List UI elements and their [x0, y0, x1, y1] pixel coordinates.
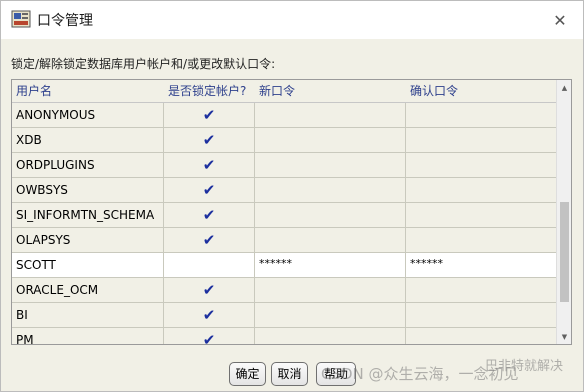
username-cell: ANONYMOUS [12, 103, 164, 127]
confirm-password-field[interactable] [406, 203, 557, 227]
new-password-field[interactable] [255, 328, 406, 344]
confirm-password-field[interactable] [406, 278, 557, 302]
checkmark-icon: ✔ [202, 206, 216, 224]
lock-account-checkbox[interactable]: ✔ [164, 278, 255, 302]
confirm-password-field[interactable] [406, 153, 557, 177]
username-cell: XDB [12, 128, 164, 152]
lock-account-checkbox[interactable]: ✔ [164, 153, 255, 177]
lock-account-checkbox[interactable]: ✔ [164, 328, 255, 345]
scroll-down-arrow-icon[interactable]: ▼ [557, 329, 571, 344]
new-password-field[interactable] [255, 153, 406, 177]
new-password-field[interactable] [255, 303, 406, 327]
table-row[interactable]: XDB ✔ [12, 128, 557, 153]
header-confirm-password[interactable]: 确认口令 [406, 80, 557, 102]
checkmark-icon: ✔ [202, 156, 216, 174]
confirm-password-field[interactable] [406, 178, 557, 202]
header-locked[interactable]: 是否锁定帐户? [164, 80, 255, 102]
table-row[interactable]: ANONYMOUS ✔ [12, 103, 557, 128]
table-row[interactable]: OLAPSYS ✔ [12, 228, 557, 253]
checkmark-icon: ✔ [202, 131, 216, 149]
window-title: 口令管理 [37, 13, 93, 29]
checkmark-icon: ✔ [202, 231, 216, 249]
lock-account-checkbox[interactable] [164, 253, 255, 277]
table-row[interactable]: SCOTT ****** ****** [12, 253, 557, 278]
table-body: ANONYMOUS ✔ XDB ✔ ORDPLUGINS ✔ OWBSYS ✔ SI_INFOR… [12, 103, 557, 345]
vertical-scrollbar[interactable]: ▲ ▼ [556, 80, 571, 344]
username-cell: OWBSYS [12, 178, 164, 202]
confirm-password-field[interactable] [406, 303, 557, 327]
checkmark-icon: ✔ [202, 306, 216, 324]
username-cell: OLAPSYS [12, 228, 164, 252]
checkmark-icon: ✔ [202, 281, 216, 299]
table-row[interactable]: PM ✔ [12, 328, 557, 345]
table-row[interactable]: ORDPLUGINS ✔ [12, 153, 557, 178]
confirm-password-field[interactable] [406, 228, 557, 252]
lock-account-checkbox[interactable]: ✔ [164, 178, 255, 202]
table-row[interactable]: BI ✔ [12, 303, 557, 328]
scrollbar-thumb[interactable] [560, 202, 569, 302]
close-icon: ✕ [553, 10, 567, 30]
table-row[interactable]: SI_INFORMTN_SCHEMA ✔ [12, 203, 557, 228]
username-cell: ORACLE_OCM [12, 278, 164, 302]
password-management-dialog: 口令管理 ✕ 锁定/解除锁定数据库用户帐户和/或更改默认口令: 用户名 是否锁定… [0, 0, 584, 392]
new-password-field[interactable] [255, 228, 406, 252]
username-cell: ORDPLUGINS [12, 153, 164, 177]
table-header: 用户名 是否锁定帐户? 新口令 确认口令 [12, 80, 557, 103]
lock-account-checkbox[interactable]: ✔ [164, 228, 255, 252]
new-password-field[interactable] [255, 203, 406, 227]
header-username[interactable]: 用户名 [12, 80, 164, 102]
scroll-up-arrow-icon[interactable]: ▲ [557, 80, 571, 95]
ok-button[interactable]: 确定 [229, 362, 266, 386]
user-password-table: 用户名 是否锁定帐户? 新口令 确认口令 ANONYMOUS ✔ XDB ✔ ORDPL… [11, 79, 572, 345]
table-row[interactable]: ORACLE_OCM ✔ [12, 278, 557, 303]
username-cell: SI_INFORMTN_SCHEMA [12, 203, 164, 227]
username-cell: BI [12, 303, 164, 327]
cancel-button[interactable]: 取消 [271, 362, 308, 386]
new-password-field[interactable] [255, 128, 406, 152]
confirm-password-field[interactable]: ****** [406, 253, 557, 277]
new-password-field[interactable] [255, 178, 406, 202]
header-new-password[interactable]: 新口令 [255, 80, 406, 102]
lock-account-checkbox[interactable]: ✔ [164, 103, 255, 127]
table-row[interactable]: OWBSYS ✔ [12, 178, 557, 203]
lock-account-checkbox[interactable]: ✔ [164, 203, 255, 227]
username-cell: SCOTT [12, 253, 164, 277]
close-button[interactable]: ✕ [549, 9, 571, 31]
lock-account-checkbox[interactable]: ✔ [164, 303, 255, 327]
watermark-badge-text: 巴非特就解决 [485, 359, 564, 374]
lock-account-checkbox[interactable]: ✔ [164, 128, 255, 152]
confirm-password-field[interactable] [406, 128, 557, 152]
oracle-app-icon [11, 10, 31, 28]
confirm-password-field[interactable] [406, 328, 557, 344]
username-cell: PM [12, 328, 164, 344]
new-password-field[interactable] [255, 103, 406, 127]
new-password-field[interactable]: ****** [255, 253, 406, 277]
instruction-text: 锁定/解除锁定数据库用户帐户和/或更改默认口令: [11, 57, 276, 71]
checkmark-icon: ✔ [202, 181, 216, 199]
checkmark-icon: ✔ [202, 331, 216, 345]
checkmark-icon: ✔ [202, 106, 216, 124]
new-password-field[interactable] [255, 278, 406, 302]
title-bar: 口令管理 ✕ [1, 1, 583, 39]
confirm-password-field[interactable] [406, 103, 557, 127]
